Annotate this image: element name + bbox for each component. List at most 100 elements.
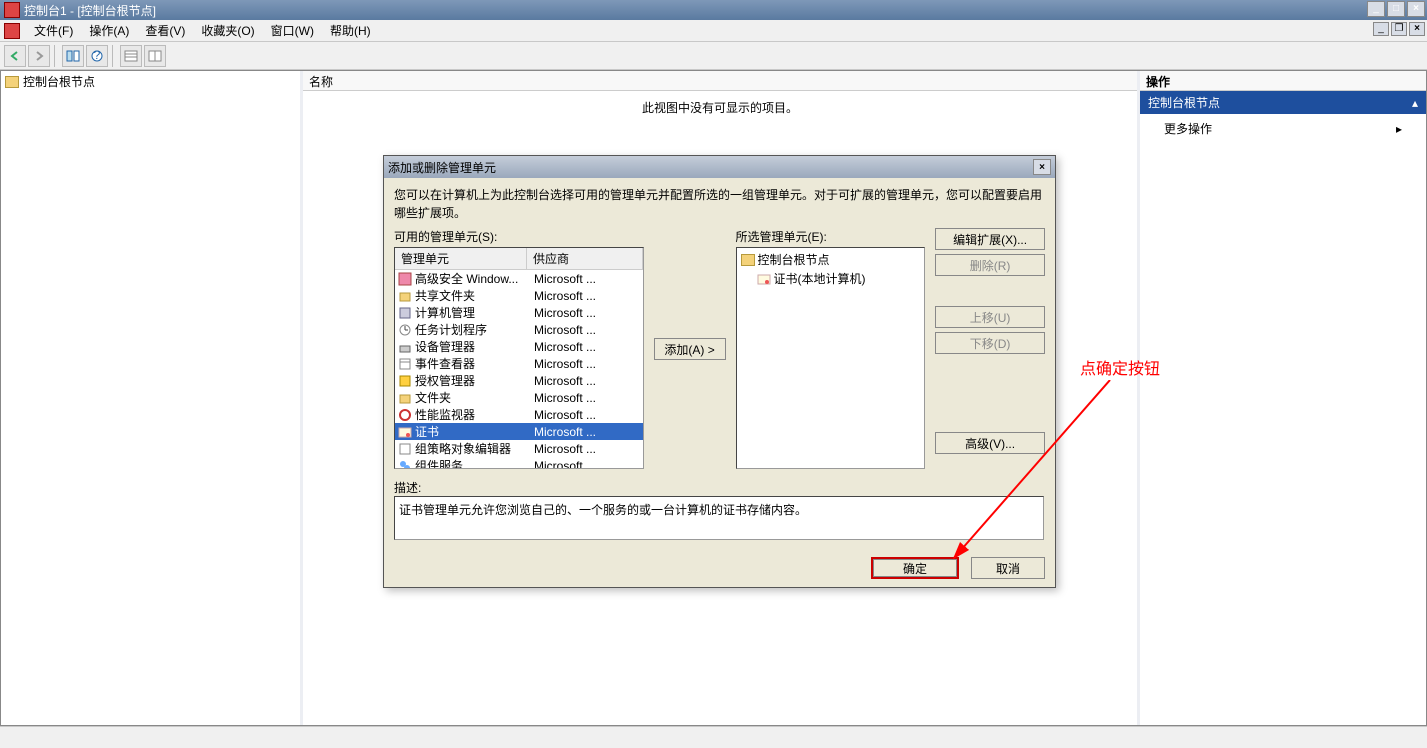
snapin-vendor: Microsoft ... [534, 306, 640, 320]
snapin-icon [398, 459, 412, 470]
mdi-close-button[interactable]: × [1409, 22, 1425, 36]
menu-bar: 文件(F) 操作(A) 查看(V) 收藏夹(O) 窗口(W) 帮助(H) _ ❐… [0, 20, 1427, 42]
snapin-vendor: Microsoft ... [534, 374, 640, 388]
dialog-title-text: 添加或删除管理单元 [388, 159, 496, 176]
actions-list: 更多操作 ▸ [1140, 114, 1426, 143]
selected-root-item[interactable]: 控制台根节点 [739, 250, 923, 269]
snapin-icon [398, 374, 412, 388]
view-detail-button[interactable] [144, 45, 166, 67]
content-column-header[interactable]: 名称 [303, 71, 1137, 91]
list-item[interactable]: 授权管理器Microsoft ... [395, 372, 643, 389]
menu-help[interactable]: 帮助(H) [322, 20, 379, 41]
certificate-icon [757, 272, 771, 286]
maximize-button[interactable]: □ [1387, 1, 1405, 17]
selected-cert-label: 证书(本地计算机) [774, 270, 866, 287]
snapin-icon [398, 425, 412, 439]
selected-cert-item[interactable]: 证书(本地计算机) [739, 269, 923, 288]
actions-header: 操作 [1140, 71, 1426, 91]
snapin-name: 共享文件夹 [415, 287, 531, 304]
snapin-icon [398, 289, 412, 303]
snapin-vendor: Microsoft ... [534, 357, 640, 371]
menu-view[interactable]: 查看(V) [137, 20, 193, 41]
list-item[interactable]: 文件夹Microsoft ... [395, 389, 643, 406]
snapin-vendor: Microsoft ... [534, 408, 640, 422]
add-button[interactable]: 添加(A) > [654, 338, 726, 360]
snapin-icon [398, 323, 412, 337]
move-up-button[interactable]: 上移(U) [935, 306, 1045, 328]
collapse-icon: ▴ [1412, 96, 1418, 110]
list-item[interactable]: 设备管理器Microsoft ... [395, 338, 643, 355]
ok-button[interactable]: 确定 [871, 557, 959, 579]
actions-section-title[interactable]: 控制台根节点 ▴ [1140, 91, 1426, 114]
forward-button[interactable] [28, 45, 50, 67]
show-hide-tree-button[interactable] [62, 45, 84, 67]
snapin-name: 文件夹 [415, 389, 531, 406]
list-item[interactable]: 性能监视器Microsoft ... [395, 406, 643, 423]
folder-icon [5, 76, 19, 88]
help-button[interactable]: ? [86, 45, 108, 67]
snapin-vendor: Microsoft ... [534, 459, 640, 470]
dialog-close-button[interactable]: × [1033, 159, 1051, 175]
snapin-name: 计算机管理 [415, 304, 531, 321]
more-actions-label: 更多操作 [1164, 120, 1212, 137]
list-item[interactable]: 共享文件夹Microsoft ... [395, 287, 643, 304]
tree-root-item[interactable]: 控制台根节点 [1, 71, 300, 92]
snapin-vendor: Microsoft ... [534, 272, 640, 286]
move-down-button[interactable]: 下移(D) [935, 332, 1045, 354]
mdi-controls: _ ❐ × [1373, 22, 1425, 36]
empty-message: 此视图中没有可显示的项目。 [303, 91, 1137, 124]
status-bar [0, 726, 1427, 748]
more-actions-item[interactable]: 更多操作 ▸ [1164, 120, 1402, 137]
back-button[interactable] [4, 45, 26, 67]
available-snapins-list[interactable]: 管理单元 供应商 高级安全 Window...Microsoft ...共享文件… [394, 247, 644, 469]
snapin-name: 性能监视器 [415, 406, 531, 423]
list-item[interactable]: 任务计划程序Microsoft ... [395, 321, 643, 338]
mdi-minimize-button[interactable]: _ [1373, 22, 1389, 36]
snapin-vendor: Microsoft ... [534, 442, 640, 456]
menu-window[interactable]: 窗口(W) [263, 20, 322, 41]
annotation-text: 点确定按钮 [1080, 355, 1160, 379]
snapin-name: 事件查看器 [415, 355, 531, 372]
selected-snapins-tree[interactable]: 控制台根节点 证书(本地计算机) [736, 247, 926, 469]
cancel-button[interactable]: 取消 [971, 557, 1045, 579]
list-item[interactable]: 高级安全 Window...Microsoft ... [395, 270, 643, 287]
snapin-vendor: Microsoft ... [534, 289, 640, 303]
toolbar: ? [0, 42, 1427, 70]
menu-file[interactable]: 文件(F) [26, 20, 81, 41]
window-titlebar: 控制台1 - [控制台根节点] _ □ × [0, 0, 1427, 20]
folder-icon [741, 254, 755, 266]
list-header: 管理单元 供应商 [395, 248, 643, 270]
menu-favorites[interactable]: 收藏夹(O) [193, 20, 262, 41]
list-item[interactable]: 事件查看器Microsoft ... [395, 355, 643, 372]
description-label: 描述: [394, 479, 1045, 496]
svg-text:?: ? [94, 50, 101, 62]
toolbar-separator-2 [112, 45, 116, 67]
edit-extensions-button[interactable]: 编辑扩展(X)... [935, 228, 1045, 250]
actions-section-label: 控制台根节点 [1148, 94, 1220, 111]
close-button[interactable]: × [1407, 1, 1425, 17]
selected-root-label: 控制台根节点 [758, 251, 830, 268]
remove-button[interactable]: 删除(R) [935, 254, 1045, 276]
snapin-name: 证书 [415, 423, 531, 440]
view-list-button[interactable] [120, 45, 142, 67]
advanced-button[interactable]: 高级(V)... [935, 432, 1045, 454]
list-item[interactable]: 组策略对象编辑器Microsoft ... [395, 440, 643, 457]
available-label: 可用的管理单元(S): [394, 228, 644, 245]
window-controls: _ □ × [1367, 1, 1425, 17]
list-item[interactable]: 计算机管理Microsoft ... [395, 304, 643, 321]
col-header-name[interactable]: 管理单元 [395, 248, 527, 269]
mdi-restore-button[interactable]: ❐ [1391, 22, 1407, 36]
minimize-button[interactable]: _ [1367, 1, 1385, 17]
dialog-titlebar[interactable]: 添加或删除管理单元 × [384, 156, 1055, 178]
list-item[interactable]: 证书Microsoft ... [395, 423, 643, 440]
list-item[interactable]: 组件服务Microsoft ... [395, 457, 643, 469]
dialog-intro-text: 您可以在计算机上为此控制台选择可用的管理单元并配置所选的一组管理单元。对于可扩展… [394, 186, 1045, 222]
app-icon [4, 2, 20, 18]
snapin-name: 组件服务 [415, 457, 531, 469]
add-remove-snapin-dialog: 添加或删除管理单元 × 您可以在计算机上为此控制台选择可用的管理单元并配置所选的… [383, 155, 1056, 588]
snapin-name: 任务计划程序 [415, 321, 531, 338]
col-header-vendor[interactable]: 供应商 [527, 248, 643, 269]
menu-action[interactable]: 操作(A) [81, 20, 137, 41]
snapin-icon [398, 306, 412, 320]
snapin-name: 组策略对象编辑器 [415, 440, 531, 457]
